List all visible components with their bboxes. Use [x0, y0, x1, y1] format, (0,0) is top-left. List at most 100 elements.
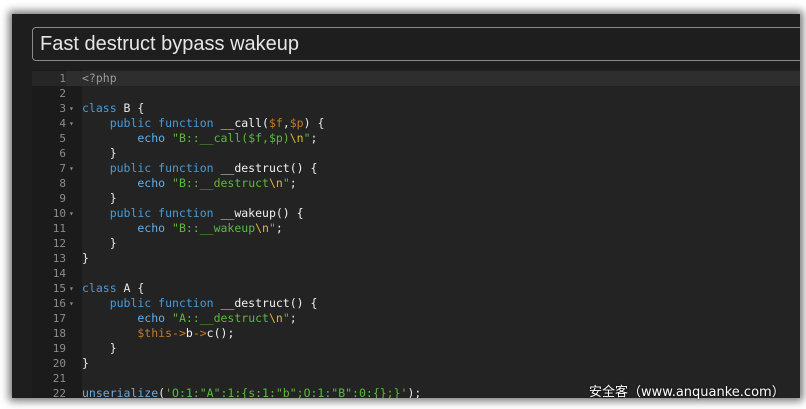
- code-line[interactable]: 4 ▾ public function __call($f,$p) {: [32, 116, 800, 131]
- line-number: 11: [52, 222, 66, 235]
- code-line[interactable]: 20}: [32, 356, 800, 371]
- fold-toggle-icon[interactable]: ▾: [69, 116, 74, 131]
- code-token: ;: [289, 176, 297, 190]
- code-token: ": [282, 176, 290, 190]
- code-token: echo: [82, 131, 166, 145]
- code-text: class B {: [82, 101, 144, 116]
- watermark: 安全客（www.anquanke.com）: [589, 385, 785, 400]
- code-line[interactable]: 2: [32, 86, 800, 101]
- code-token: unserialize: [82, 386, 159, 398]
- code-token: \n: [268, 176, 283, 190]
- code-token: $f: [268, 116, 283, 130]
- fold-toggle-icon[interactable]: ▾: [69, 281, 74, 296]
- code-token: c();: [206, 326, 235, 340]
- code-line[interactable]: 17 echo "A::__destruct\n";: [32, 311, 800, 326]
- code-text: }: [82, 251, 89, 266]
- code-line[interactable]: 9 }: [32, 191, 800, 206]
- code-token: echo: [82, 176, 166, 190]
- fold-toggle-icon[interactable]: ▾: [69, 206, 74, 221]
- line-number: 22: [52, 387, 66, 398]
- code-token: "B::__call($f,$p): [172, 131, 290, 145]
- code-line[interactable]: 10 ▾ public function __wakeup() {: [32, 206, 800, 221]
- fold-toggle-icon[interactable]: ▾: [69, 101, 74, 116]
- code-token: }: [82, 251, 89, 265]
- code-text: public function __destruct() {: [82, 296, 318, 311]
- code-text: }: [82, 341, 117, 356]
- code-text: echo "B::__destruct\n";: [82, 176, 297, 191]
- code-text: public function __call($f,$p) {: [82, 116, 325, 131]
- code-line[interactable]: 13}: [32, 251, 800, 266]
- code-line[interactable]: 15 ▾ class A {: [32, 281, 800, 296]
- code-text: echo "A::__destruct\n";: [82, 311, 296, 326]
- code-token: }: [82, 191, 117, 205]
- code-token: ,: [282, 116, 290, 130]
- snippet-title[interactable]: Fast destruct bypass wakeup: [32, 27, 800, 61]
- code-line[interactable]: 7 ▾ public function __destruct() {: [32, 161, 800, 176]
- line-number: 15: [52, 282, 66, 295]
- code-token: A {: [116, 281, 145, 295]
- code-token: );: [407, 386, 422, 398]
- line-number: 14: [52, 267, 66, 280]
- code-line[interactable]: 1 <?php: [32, 71, 800, 86]
- code-token: class: [82, 281, 117, 295]
- code-token: ;: [275, 221, 283, 235]
- code-token: ) {: [303, 116, 325, 130]
- code-line[interactable]: 16 ▾ public function __destruct() {: [32, 296, 800, 311]
- code-text: }: [82, 146, 117, 161]
- code-token: ": [268, 221, 276, 235]
- code-token: __destruct() {: [213, 161, 318, 175]
- code-line[interactable]: 6 }: [32, 146, 800, 161]
- code-text: $this->b->c();: [82, 326, 234, 341]
- code-token: }: [82, 146, 117, 160]
- line-number: 19: [52, 342, 66, 355]
- code-line[interactable]: 18 $this->b->c();: [32, 326, 800, 341]
- code-token: echo: [82, 311, 166, 325]
- code-token: $p: [289, 116, 304, 130]
- code-token: $this: [82, 326, 173, 340]
- code-token: "A::__destruct: [172, 311, 269, 325]
- code-token: \n: [255, 221, 269, 235]
- code-text: }: [82, 236, 117, 251]
- code-token: "B::__destruct: [172, 176, 269, 190]
- line-number: 7: [59, 162, 66, 175]
- code-text: echo "B::__call($f,$p)\n";: [82, 131, 317, 146]
- code-token: class: [82, 101, 117, 115]
- code-line[interactable]: 19 }: [32, 341, 800, 356]
- line-number: 3: [59, 102, 66, 115]
- code-line[interactable]: 14: [32, 266, 800, 281]
- code-line[interactable]: 5 echo "B::__call($f,$p)\n";: [32, 131, 800, 146]
- code-token: echo: [82, 221, 166, 235]
- line-number: 17: [52, 312, 66, 325]
- code-token: B {: [116, 101, 145, 115]
- code-text: class A {: [82, 281, 144, 296]
- code-token: __wakeup() {: [213, 206, 304, 220]
- code-token: ->: [172, 326, 186, 340]
- code-editor[interactable]: 1 <?php 2 3 ▾ class B {4 ▾ public function __c…: [32, 70, 800, 398]
- fold-toggle-icon[interactable]: ▾: [69, 296, 74, 311]
- fold-toggle-icon[interactable]: ▾: [69, 161, 74, 176]
- line-number: 21: [52, 372, 66, 385]
- code-text: }: [82, 191, 117, 206]
- code-token: __call(: [213, 116, 269, 130]
- code-text: <?php: [82, 71, 117, 86]
- line-number: 1: [32, 71, 66, 86]
- code-line[interactable]: 11 echo "B::__wakeup\n";: [32, 221, 800, 236]
- code-line[interactable]: 8 echo "B::__destruct\n";: [32, 176, 800, 191]
- line-number: 10: [52, 207, 66, 220]
- code-token: "B::__wakeup: [172, 221, 256, 235]
- line-number: 9: [59, 192, 66, 205]
- code-token: b: [185, 326, 193, 340]
- code-line[interactable]: 12 }: [32, 236, 800, 251]
- code-text: unserialize('O:1:"A":1:{s:1:"b";O:1:"B":…: [82, 386, 421, 398]
- code-text: public function __wakeup() {: [82, 206, 304, 221]
- code-token: <?php: [82, 71, 117, 85]
- line-number: 20: [52, 357, 66, 370]
- code-token: }: [82, 341, 117, 355]
- line-number: 16: [52, 297, 66, 310]
- line-number: 5: [59, 132, 66, 145]
- code-token: public function: [82, 116, 214, 130]
- code-line[interactable]: 3 ▾ class B {: [32, 101, 800, 116]
